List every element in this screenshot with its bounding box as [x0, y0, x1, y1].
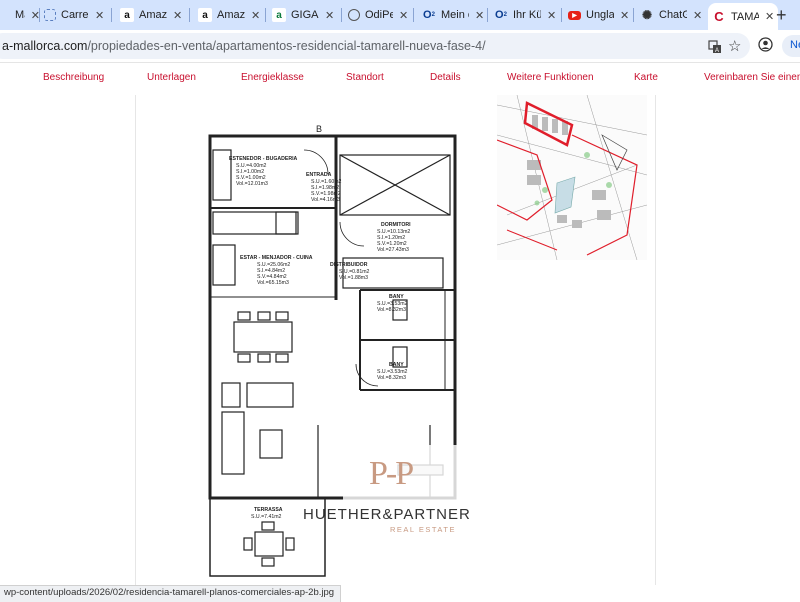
watermark-subtitle: REAL ESTATE [390, 525, 456, 534]
gigal-icon: a [272, 8, 286, 22]
room-name: BANY [389, 294, 404, 300]
room-name: ESTENEDOR - BUGADERIA [229, 156, 298, 162]
tab-title: GIGAL [291, 9, 319, 21]
browser-tab-amazon-2[interactable]: a Amazon ✕ [194, 3, 266, 27]
tab-title: Amazon [217, 9, 245, 21]
tab-title: Ihr Kü [513, 9, 541, 21]
globe-icon [348, 9, 360, 21]
room-value: Vol.=4.16m3 [311, 197, 340, 203]
close-tab-icon[interactable]: ✕ [251, 9, 260, 22]
nav-beschreibung[interactable]: Beschreibung [43, 72, 104, 83]
chatgpt-icon: ✺ [641, 8, 653, 22]
omnibox[interactable]: a-mallorca.com/propiedades-en-venta/apar… [0, 33, 750, 59]
room-value: Vol.=1.88m3 [339, 275, 368, 281]
browser-tab-mein-o2[interactable]: O2 Mein o ✕ [418, 3, 488, 27]
tab-title: Unglau [586, 9, 614, 21]
room-name: ENTRADA [306, 172, 332, 178]
new-tab-button[interactable]: + [776, 5, 787, 26]
nav-unterlagen[interactable]: Unterlagen [147, 72, 196, 83]
room-name: ESTAR - MENJADOR - CUINA [240, 255, 313, 261]
tab-title: TAMA [731, 10, 759, 23]
close-tab-icon[interactable]: ✕ [325, 9, 334, 22]
svg-text:A: A [715, 48, 719, 54]
browser-tab-amazon-1[interactable]: a Amazon ✕ [116, 3, 190, 27]
url-path: /propiedades-en-venta/apartamentos-resid… [87, 39, 486, 53]
property-section-nav: Beschreibung Unterlagen Energieklasse St… [0, 63, 800, 95]
youtube-icon: ▶ [568, 10, 581, 20]
tab-title: Mein o [441, 9, 469, 21]
tab-title: ChatG [659, 9, 687, 21]
site-plan-image[interactable] [497, 95, 647, 260]
profile-icon[interactable] [758, 37, 773, 57]
room-value: Vol.=65.15m3 [257, 280, 289, 286]
new-chrome-available-button[interactable]: Neu [782, 35, 800, 57]
status-bar-link-preview: wp-content/uploads/2026/02/residencia-ta… [0, 585, 342, 602]
room-value: Vol.=8.32m3 [377, 307, 406, 313]
close-tab-icon[interactable]: ✕ [620, 9, 629, 22]
nav-energieklasse[interactable]: Energieklasse [241, 72, 304, 83]
o2-icon: O2 [423, 9, 435, 21]
c-icon: C [714, 9, 724, 24]
gallery-content: B ESTENEDOR - BUGADERIA S.U.=4.00m2 S.I.… [0, 95, 800, 585]
tab-title: Mail [15, 9, 25, 21]
close-tab-icon[interactable]: ✕ [399, 9, 408, 22]
room-name: TERRASSA [254, 507, 283, 513]
hp-monogram-logo: P-P [369, 455, 414, 492]
url-text[interactable]: a-mallorca.com/propiedades-en-venta/apar… [2, 39, 486, 53]
nav-standort[interactable]: Standort [346, 72, 384, 83]
browser-tab-gigal[interactable]: a GIGAL ✕ [268, 3, 342, 27]
tab-title: Amazon [139, 9, 167, 21]
room-name: BANY [389, 362, 404, 368]
browser-tab-ihr-kuendigung[interactable]: O2 Ihr Kü ✕ [490, 3, 562, 27]
column-divider [655, 95, 656, 585]
close-tab-icon[interactable]: ✕ [547, 9, 556, 22]
url-host: a-mallorca.com [2, 39, 88, 53]
amazon-icon: a [120, 8, 134, 22]
browser-tab-carrer[interactable]: Carrer ✕ [40, 3, 112, 27]
close-tab-icon[interactable]: ✕ [765, 10, 774, 23]
room-value: Vol.=8.32m3 [377, 375, 406, 381]
translate-icon[interactable]: A [708, 40, 722, 57]
nav-weitere-funktionen[interactable]: Weitere Funktionen [507, 72, 594, 83]
watermark-brand: HUETHER&PARTNER [303, 506, 471, 523]
close-tab-icon[interactable]: ✕ [693, 9, 702, 22]
loading-icon [44, 9, 56, 21]
bookmark-star-icon[interactable]: ☆ [728, 37, 741, 55]
tab-title: OdiPe [365, 9, 393, 21]
browser-tab-chatgpt[interactable]: ✺ ChatG ✕ [636, 3, 706, 27]
close-tab-icon[interactable]: ✕ [173, 9, 182, 22]
close-tab-icon[interactable]: ✕ [95, 9, 104, 22]
envelope-icon [0, 8, 10, 22]
browser-tab-bar: Mail ✕ Carrer ✕ a Amazon ✕ a Amazon ✕ a … [0, 0, 800, 30]
room-value: Vol.=27.43m3 [377, 247, 409, 253]
room-value: S.U.=7.41m2 [251, 514, 282, 520]
browser-tab-youtube[interactable]: ▶ Unglau ✕ [564, 3, 634, 27]
browser-tab-odipe[interactable]: OdiPe ✕ [344, 3, 414, 27]
column-divider [135, 95, 136, 585]
browser-tab-tamarell-active[interactable]: C TAMA ✕ [708, 3, 778, 30]
room-name: DORMITORI [381, 222, 411, 228]
room-value: Vol.=12.01m3 [236, 181, 268, 187]
o2-icon: O2 [495, 9, 507, 21]
amazon-icon: a [198, 8, 212, 22]
nav-karte[interactable]: Karte [634, 72, 658, 83]
browser-tab-mail[interactable]: Mail ✕ [0, 3, 40, 27]
address-bar-row: a-mallorca.com/propiedades-en-venta/apar… [0, 30, 800, 63]
close-tab-icon[interactable]: ✕ [475, 9, 484, 22]
nav-vereinbaren-termin[interactable]: Vereinbaren Sie einen B [704, 72, 800, 83]
huether-partner-watermark: P-P [343, 445, 459, 537]
floorplan-block-letter: B [316, 124, 322, 134]
nav-details[interactable]: Details [430, 72, 461, 83]
tab-title: Carrer [61, 9, 89, 21]
room-name: DISTRIBUIDOR [330, 262, 368, 268]
